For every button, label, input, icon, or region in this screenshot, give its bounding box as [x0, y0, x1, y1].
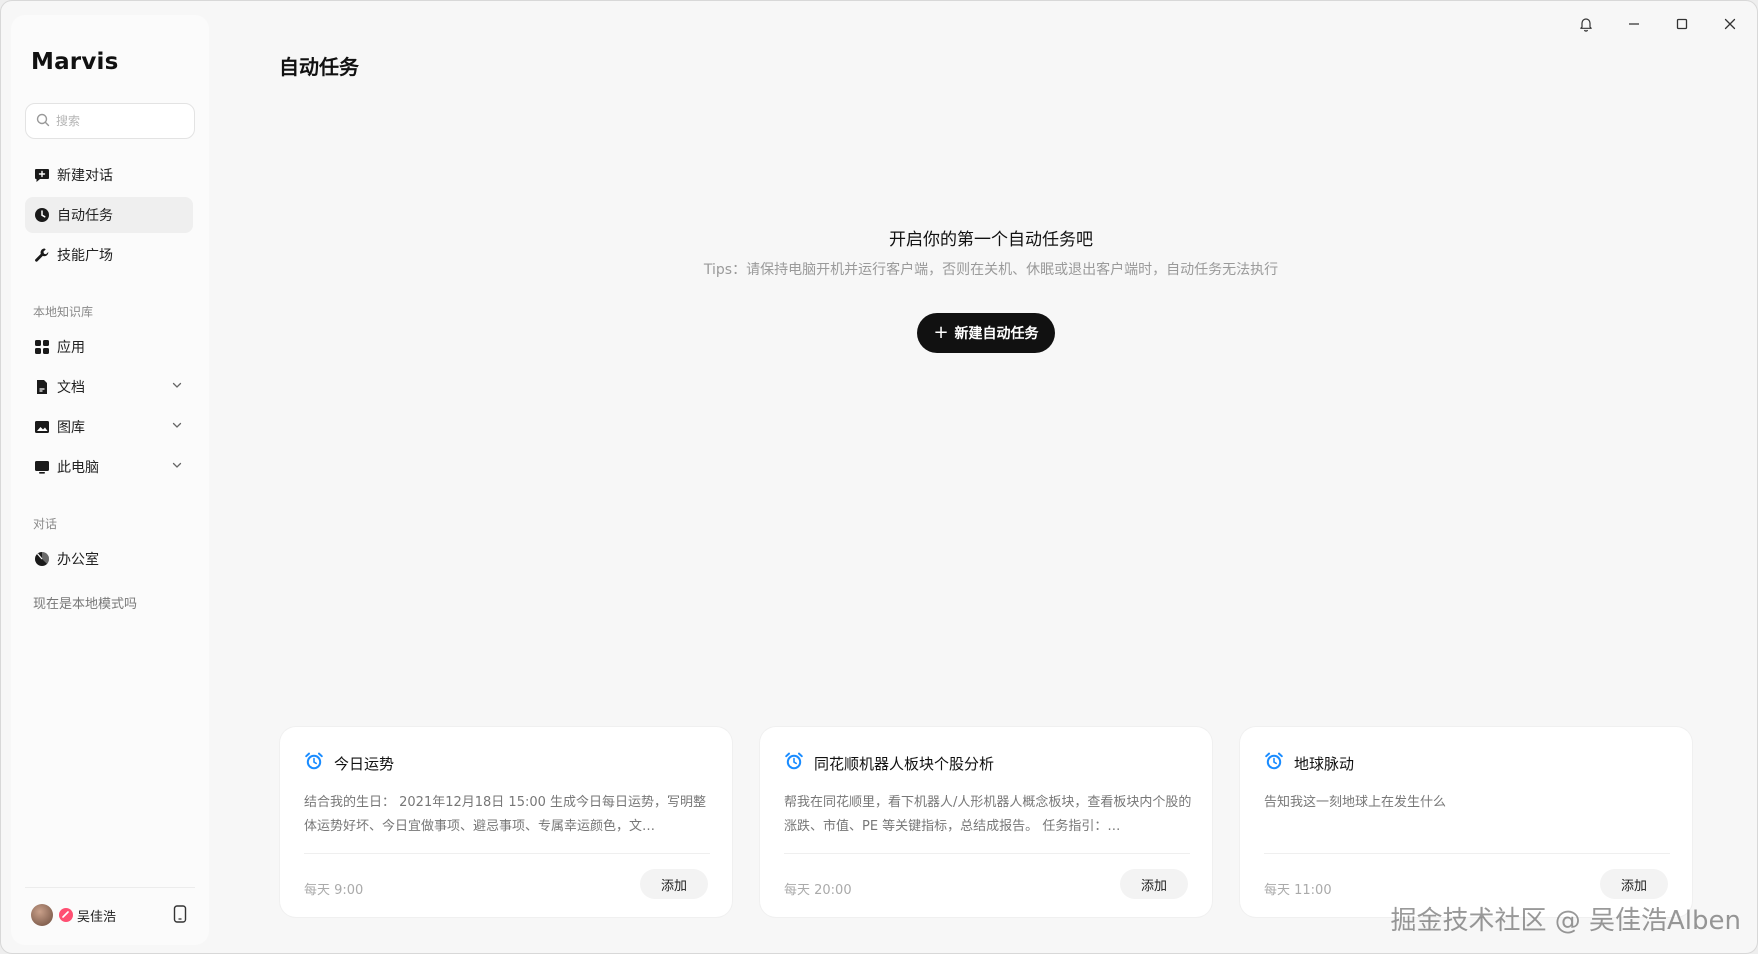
nav-label: 文档 — [57, 380, 85, 396]
add-button[interactable]: 添加 — [1600, 869, 1668, 899]
maximize-icon[interactable] — [1671, 13, 1693, 35]
nav-new-chat[interactable]: 新建对话 — [25, 157, 193, 193]
conversation-item-local-mode[interactable]: 现在是本地模式吗 — [33, 593, 137, 612]
task-template-card[interactable]: 今日运势 结合我的生日： 2021年12月18日 15:00 生成今日每日运势，… — [280, 727, 732, 917]
bell-icon[interactable] — [1575, 13, 1597, 35]
nav-gallery[interactable]: 图库 — [25, 409, 193, 445]
pie-icon — [33, 550, 51, 568]
watermark: 掘金技术社区 @ 吴佳浩Alben — [1390, 906, 1741, 936]
avatar — [31, 904, 53, 926]
card-title: 今日运势 — [334, 754, 395, 773]
search-box[interactable] — [25, 103, 195, 139]
card-schedule: 每天 11:00 — [1264, 883, 1332, 898]
sidebar: Marvis 新建对话 自动任务 技能广场 本地知识库 — [11, 15, 209, 945]
section-label-conversations: 对话 — [33, 517, 58, 531]
vip-badge-icon — [59, 908, 73, 922]
alarm-clock-icon — [784, 751, 804, 775]
brand-logo: Marvis — [31, 49, 119, 75]
chevron-down-icon[interactable] — [171, 459, 183, 475]
card-divider — [784, 853, 1190, 854]
nav-apps[interactable]: 应用 — [25, 329, 193, 365]
image-icon — [33, 418, 51, 436]
section-label-knowledge: 本地知识库 — [33, 305, 94, 319]
chevron-down-icon[interactable] — [171, 419, 183, 435]
card-title: 同花顺机器人板块个股分析 — [814, 754, 995, 773]
card-title: 地球脉动 — [1294, 754, 1355, 773]
nav-label: 图库 — [57, 420, 85, 436]
search-input[interactable] — [56, 114, 186, 128]
phone-icon[interactable] — [173, 905, 187, 927]
plus-icon: + — [933, 321, 949, 343]
add-button[interactable]: 添加 — [640, 869, 708, 899]
chat-plus-icon — [33, 166, 51, 184]
search-icon — [36, 112, 50, 131]
nav-label: 新建对话 — [57, 168, 113, 184]
card-description: 结合我的生日： 2021年12月18日 15:00 生成今日每日运势，写明整体运… — [304, 795, 707, 834]
clock-icon — [33, 206, 51, 224]
conversation-label: 办公室 — [57, 552, 99, 568]
empty-state-tips: Tips：请保持电脑开机并运行客户端，否则在关机、休眠或退出客户端时，自动任务无… — [703, 262, 1279, 278]
user-name: 吴佳浩 — [77, 909, 117, 925]
new-auto-task-button[interactable]: + 新建自动任务 — [917, 313, 1055, 353]
chevron-down-icon[interactable] — [171, 379, 183, 395]
minimize-icon[interactable] — [1623, 13, 1645, 35]
add-button[interactable]: 添加 — [1120, 869, 1188, 899]
alarm-clock-icon — [1264, 751, 1284, 775]
nav-label: 自动任务 — [57, 208, 113, 224]
close-icon[interactable] — [1719, 13, 1741, 35]
conversation-item-office[interactable]: 办公室 — [25, 541, 193, 577]
document-icon — [33, 378, 51, 396]
new-task-label: 新建自动任务 — [954, 326, 1039, 342]
nav-label: 应用 — [57, 340, 85, 356]
card-description: 帮我在同花顺里，看下机器人/人形机器人概念板块，查看板块内个股的涨跌、市值、PE… — [784, 795, 1192, 834]
card-divider — [304, 853, 710, 854]
task-template-card[interactable]: 地球脉动 告知我这一刻地球上在发生什么 每天 11:00 添加 — [1240, 727, 1692, 917]
nav-label: 此电脑 — [57, 460, 99, 476]
page-title: 自动任务 — [279, 55, 359, 79]
card-schedule: 每天 9:00 — [304, 883, 364, 898]
user-profile[interactable]: 吴佳浩 — [31, 901, 201, 929]
empty-state-title: 开启你的第一个自动任务吧 — [889, 230, 1093, 250]
divider — [25, 887, 195, 888]
nav-documents[interactable]: 文档 — [25, 369, 193, 405]
app-window: Marvis 新建对话 自动任务 技能广场 本地知识库 — [0, 0, 1758, 954]
nav-this-pc[interactable]: 此电脑 — [25, 449, 193, 485]
alarm-clock-icon — [304, 751, 324, 775]
card-description: 告知我这一刻地球上在发生什么 — [1264, 795, 1447, 810]
card-divider — [1264, 853, 1670, 854]
task-template-card[interactable]: 同花顺机器人板块个股分析 帮我在同花顺里，看下机器人/人形机器人概念板块，查看板… — [760, 727, 1212, 917]
monitor-icon — [33, 458, 51, 476]
card-schedule: 每天 20:00 — [784, 883, 852, 898]
apps-grid-icon — [33, 338, 51, 356]
